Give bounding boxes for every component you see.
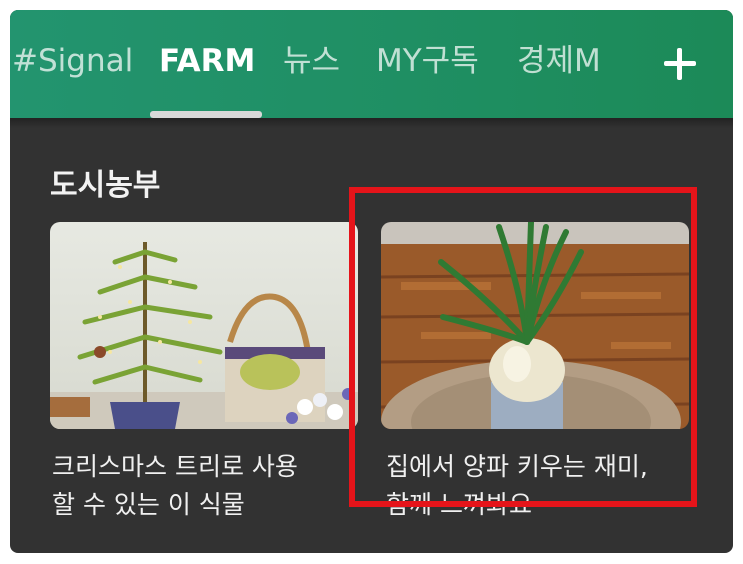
tabbar-shadow (10, 118, 733, 128)
highlight-box (349, 187, 697, 507)
tab-farm[interactable]: FARM (159, 41, 255, 81)
tab-signal[interactable]: #Signal (12, 41, 133, 81)
tab-economy-m[interactable]: 경제M (517, 41, 601, 81)
tab-my-subscription[interactable]: MY구독 (376, 41, 479, 81)
active-tab-indicator (150, 111, 262, 118)
card-image-christmas-tree[interactable] (50, 222, 358, 429)
plus-icon[interactable] (662, 44, 702, 84)
card-title-line: 크리스마스 트리로 사용 (52, 452, 298, 481)
section-title: 도시농부 (50, 168, 161, 203)
tab-news[interactable]: 뉴스 (283, 41, 340, 81)
tab-bar: #Signal FARM 뉴스 MY구독 경제M (10, 10, 733, 118)
card-title-line: 할 수 있는 이 식물 (52, 490, 245, 519)
card-title-christmas-tree[interactable]: 크리스마스 트리로 사용 할 수 있는 이 식물 (52, 448, 362, 524)
